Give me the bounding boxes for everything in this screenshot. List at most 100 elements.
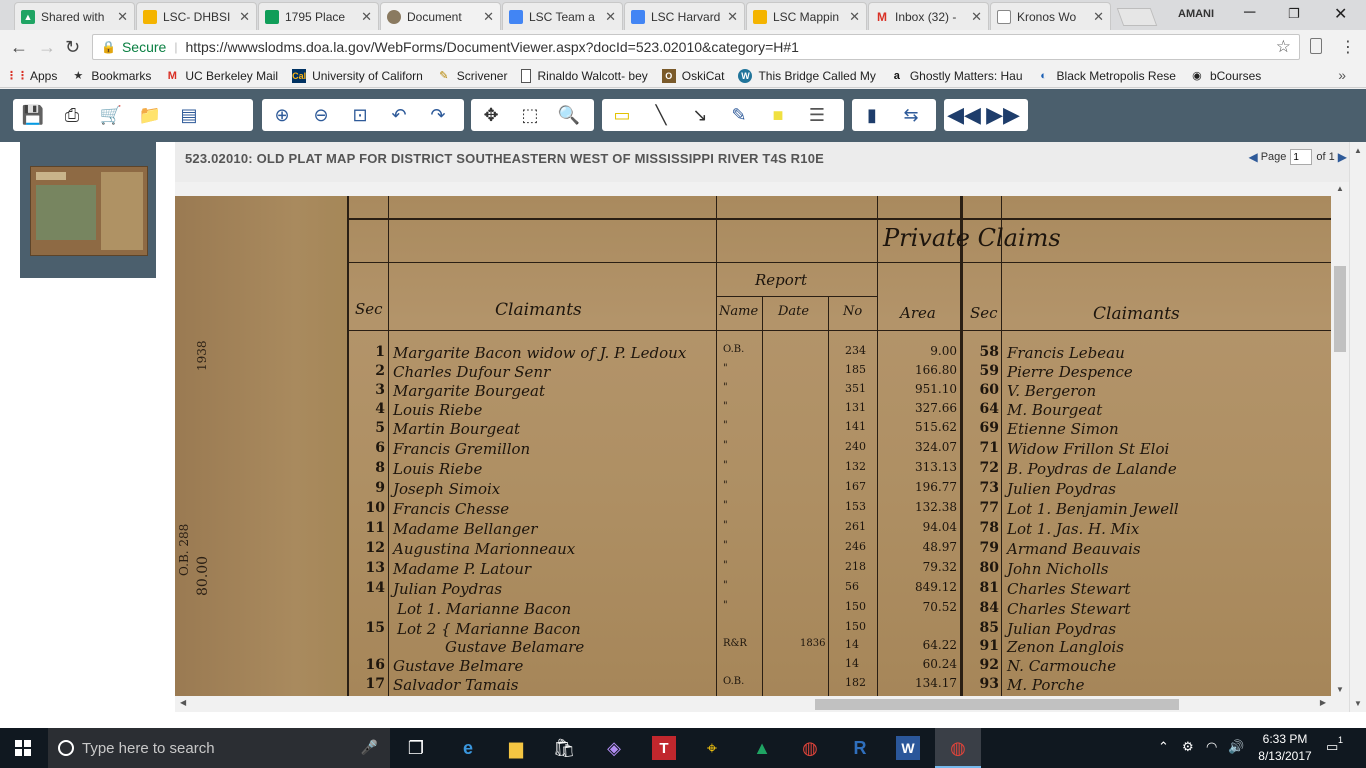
bookmark-this-bridge[interactable]: W This Bridge Called My <box>738 68 876 83</box>
file-explorer-icon[interactable]: ▆ <box>504 736 528 760</box>
next-page-icon[interactable]: ▶▶ <box>986 102 1020 127</box>
tab-lsc-harvard[interactable]: LSC Harvard ✕ <box>624 2 745 30</box>
close-icon[interactable]: ✕ <box>849 9 860 25</box>
tab-inbox[interactable]: M Inbox (32) - ✕ <box>868 2 989 30</box>
bookmark-scrivener[interactable]: ✎ Scrivener <box>437 69 507 83</box>
fit-page-icon[interactable]: ⊡ <box>348 103 372 127</box>
volume-icon[interactable]: 🔊 <box>1228 739 1244 755</box>
pan-icon[interactable]: ✥ <box>479 103 503 127</box>
minimize-icon[interactable]: ─ <box>1244 4 1255 22</box>
back-arrow-icon[interactable]: ← <box>10 37 28 58</box>
bookmark-university-of-california[interactable]: Cal University of Californ <box>292 68 423 83</box>
bookmark-ghostly-matters[interactable]: a Ghostly Matters: Hau <box>890 69 1023 83</box>
forward-arrow-icon[interactable]: → <box>38 37 56 58</box>
store-icon[interactable]: 🛍 <box>552 736 576 760</box>
restore-icon[interactable]: ❐ <box>1288 6 1300 22</box>
bookmark-oskicat[interactable]: O OskiCat <box>661 68 724 83</box>
print-icon[interactable]: ⎙ <box>60 103 84 127</box>
close-icon[interactable]: ✕ <box>1093 9 1104 25</box>
close-icon[interactable]: ✕ <box>239 9 250 25</box>
close-icon[interactable]: ✕ <box>483 9 494 25</box>
prev-page-arrow-icon[interactable]: ◀ <box>1248 150 1257 164</box>
tab-lsc-team[interactable]: LSC Team a ✕ <box>502 2 623 30</box>
google-drive-icon[interactable]: ▲ <box>750 736 774 760</box>
close-icon[interactable]: ✕ <box>971 9 982 25</box>
close-icon[interactable]: ✕ <box>117 9 128 25</box>
scroll-up-arrow-icon[interactable]: ▲ <box>1354 146 1362 155</box>
next-page-arrow-icon[interactable]: ▶ <box>1338 150 1347 164</box>
tab-kronos[interactable]: Kronos Wo ✕ <box>990 2 1111 30</box>
bookmark-black-metropolis[interactable]: ◐ Black Metropolis Rese <box>1037 69 1176 83</box>
zoom-out-icon[interactable]: ⊖ <box>309 103 333 127</box>
scrollbar-thumb[interactable] <box>1334 266 1346 352</box>
tab-lsc-mapping[interactable]: LSC Mappin ✕ <box>746 2 867 30</box>
highlight-text-icon[interactable]: ▭ <box>610 103 634 127</box>
arrow-icon[interactable]: ↘ <box>688 103 712 127</box>
close-window-icon[interactable]: ✕ <box>1334 4 1347 24</box>
tab-document[interactable]: Document ✕ <box>380 2 501 30</box>
bookmark-rinaldo-walcott[interactable]: Rinaldo Walcott- bey <box>521 68 648 83</box>
scrollbar-thumb[interactable] <box>815 699 1179 710</box>
scroll-right-arrow-icon[interactable]: ▶ <box>1320 698 1326 707</box>
viewport-vertical-scrollbar[interactable]: ▲ ▼ <box>1331 182 1349 696</box>
taskbar-search-box[interactable]: Type here to search 🎤 <box>48 728 390 768</box>
app-icon[interactable]: ◈ <box>602 736 626 760</box>
save-icon[interactable]: 💾 <box>21 103 45 127</box>
address-bar[interactable]: 🔒 Secure | https://wwwslodms.doa.la.gov/… <box>92 34 1300 60</box>
rotate-left-icon[interactable]: ↶ <box>387 103 411 127</box>
extension-icon[interactable] <box>1310 38 1322 54</box>
page-thumbnail[interactable] <box>30 166 148 256</box>
close-icon[interactable]: ✕ <box>605 9 616 25</box>
windows-start-icon[interactable] <box>15 740 31 756</box>
magnifier-icon[interactable]: 🔍 <box>557 103 581 127</box>
select-area-icon[interactable]: ⬚ <box>518 103 542 127</box>
compare-icon[interactable]: ⇆ <box>899 103 923 127</box>
close-icon[interactable]: ✕ <box>361 9 372 25</box>
close-icon[interactable]: ✕ <box>727 9 738 25</box>
page-vertical-scrollbar[interactable]: ▲ ▼ <box>1349 142 1366 712</box>
bookmark-bcourses[interactable]: ◉ bCourses <box>1190 69 1261 83</box>
menu-kebab-icon[interactable]: ⋮ <box>1340 37 1356 57</box>
edge-icon[interactable]: e <box>456 736 480 760</box>
document-viewport[interactable]: 1938 80.00 O.B. 288 Private Claims Repor… <box>175 196 1331 696</box>
folder-icon[interactable]: 📁 <box>138 103 162 127</box>
task-view-icon[interactable]: ❐ <box>404 736 428 760</box>
scroll-down-arrow-icon[interactable]: ▼ <box>1354 699 1362 708</box>
text-box-icon[interactable]: ☰ <box>805 103 829 127</box>
wifi-icon[interactable]: ◠ <box>1206 739 1217 755</box>
typora-icon[interactable]: T <box>652 736 676 760</box>
page-number-input[interactable] <box>1290 149 1313 165</box>
new-tab-button[interactable] <box>1116 8 1158 26</box>
word-icon[interactable]: W <box>896 736 920 760</box>
maps-pin-icon[interactable]: ⌖ <box>700 736 724 760</box>
scroll-left-arrow-icon[interactable]: ◀ <box>180 698 186 707</box>
tab-lsc-dhbsi[interactable]: LSC- DHBSI ✕ <box>136 2 257 30</box>
single-page-icon[interactable]: ▮ <box>860 103 884 127</box>
url-text[interactable]: https://wwwslodms.doa.la.gov/WebForms/Do… <box>185 39 798 55</box>
tab-1795-place[interactable]: 1795 Place ✕ <box>258 2 379 30</box>
shopping-cart-icon[interactable]: 🛒 <box>99 103 123 127</box>
bookmark-star-icon[interactable]: ☆ <box>1276 37 1291 57</box>
tray-expand-icon[interactable]: ⌃ <box>1158 739 1169 755</box>
profile-name[interactable]: AMANI <box>1178 8 1214 20</box>
properties-icon[interactable]: ▤ <box>177 103 201 127</box>
more-bookmarks-icon[interactable]: » <box>1338 67 1346 83</box>
line-icon[interactable]: ╲ <box>649 103 673 127</box>
scroll-up-arrow-icon[interactable]: ▲ <box>1336 184 1344 193</box>
chrome-icon[interactable]: ◍ <box>798 736 822 760</box>
network-tray-icon[interactable]: ⚙ <box>1182 739 1194 755</box>
zoom-in-icon[interactable]: ⊕ <box>270 103 294 127</box>
r-app-icon[interactable]: R <box>848 736 872 760</box>
pencil-icon[interactable]: ✎ <box>727 103 751 127</box>
action-center-icon[interactable]: ▭ <box>1326 739 1338 755</box>
bookmark-uc-berkeley-mail[interactable]: M UC Berkeley Mail <box>165 69 278 83</box>
rotate-right-icon[interactable]: ↷ <box>426 103 450 127</box>
system-clock[interactable]: 6:33 PM 8/13/2017 <box>1252 731 1318 765</box>
sticky-note-icon[interactable]: ■ <box>766 103 790 127</box>
reload-icon[interactable]: ↻ <box>65 37 80 58</box>
bookmark-apps[interactable]: ⋮⋮ Apps <box>6 69 57 83</box>
viewport-horizontal-scrollbar[interactable]: ◀ ▶ <box>175 696 1331 712</box>
previous-page-icon[interactable]: ◀◀ <box>947 102 981 127</box>
bookmark-bookmarks[interactable]: ★ Bookmarks <box>71 69 151 83</box>
microphone-icon[interactable]: 🎤 <box>361 739 378 756</box>
